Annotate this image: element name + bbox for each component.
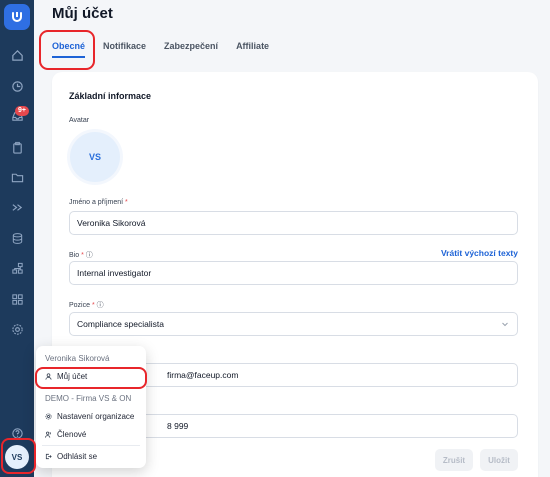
section-title: Základní informace: [69, 91, 152, 101]
position-select[interactable]: Compliance specialista: [69, 312, 518, 336]
info-icon: ⓘ: [96, 302, 104, 309]
logo-icon: [12, 12, 22, 22]
menu-item-org-settings[interactable]: Nastavení organizace: [45, 412, 134, 421]
page-title: Můj účet: [52, 5, 113, 22]
position-value: Compliance specialista: [77, 319, 164, 329]
tab-general[interactable]: Obecné: [52, 41, 86, 58]
folder-icon[interactable]: [7, 167, 27, 187]
bio-input[interactable]: Internal investigator: [69, 261, 518, 285]
tab-affiliate[interactable]: Affiliate: [236, 41, 269, 58]
home-icon[interactable]: [7, 45, 27, 65]
name-input[interactable]: Veronika Sikorová: [69, 211, 518, 235]
app-logo[interactable]: [4, 4, 30, 30]
gear-icon: [45, 413, 52, 420]
bio-label: Bio * ⓘ: [69, 252, 93, 259]
settings-icon[interactable]: [7, 319, 27, 339]
logout-icon: [45, 453, 52, 460]
menu-user-name: Veronika Sikorová: [45, 354, 110, 363]
info-icon: ⓘ: [85, 252, 93, 259]
name-label: Jméno a příjmení *: [69, 199, 128, 206]
notification-badge: 9+: [15, 106, 29, 116]
sidebar: 9+ VS: [0, 0, 34, 477]
user-menu: Veronika Sikorová Můj účet DEMO - Firma …: [36, 346, 146, 468]
user-icon: [45, 373, 52, 380]
menu-org-name: DEMO - Firma VS & ON: [45, 394, 132, 403]
email-value: firma@faceup.com: [167, 370, 239, 380]
divider: [42, 387, 140, 388]
tab-security[interactable]: Zabezpečení: [164, 41, 218, 58]
divider: [42, 445, 140, 446]
chevron-down-icon: [502, 322, 508, 327]
reset-texts-link[interactable]: Vrátit výchozí texty: [441, 248, 518, 258]
menu-item-my-account[interactable]: Můj účet: [45, 372, 87, 381]
position-label: Pozice * ⓘ: [69, 302, 104, 309]
avatar-label: Avatar: [69, 117, 90, 124]
save-button[interactable]: Uložit: [480, 449, 518, 471]
cancel-button[interactable]: Zrušit: [435, 449, 473, 471]
tab-bar: Obecné Notifikace Zabezpečení Affiliate: [52, 41, 269, 58]
grid-icon[interactable]: [7, 289, 27, 309]
tab-notifications[interactable]: Notifikace: [103, 41, 146, 58]
menu-item-logout[interactable]: Odhlásit se: [45, 452, 97, 461]
clipboard-icon[interactable]: [7, 137, 27, 157]
users-icon: [45, 431, 51, 438]
arrows-icon[interactable]: [7, 197, 27, 217]
help-icon[interactable]: [7, 423, 27, 443]
clock-icon[interactable]: [7, 76, 27, 96]
profile-avatar[interactable]: VS: [70, 132, 120, 182]
nodes-icon[interactable]: [7, 258, 27, 278]
menu-item-members[interactable]: Členové: [45, 430, 86, 439]
phone-value: 8 999: [167, 421, 189, 431]
database-icon[interactable]: [7, 228, 27, 248]
user-avatar-button[interactable]: VS: [5, 445, 29, 469]
